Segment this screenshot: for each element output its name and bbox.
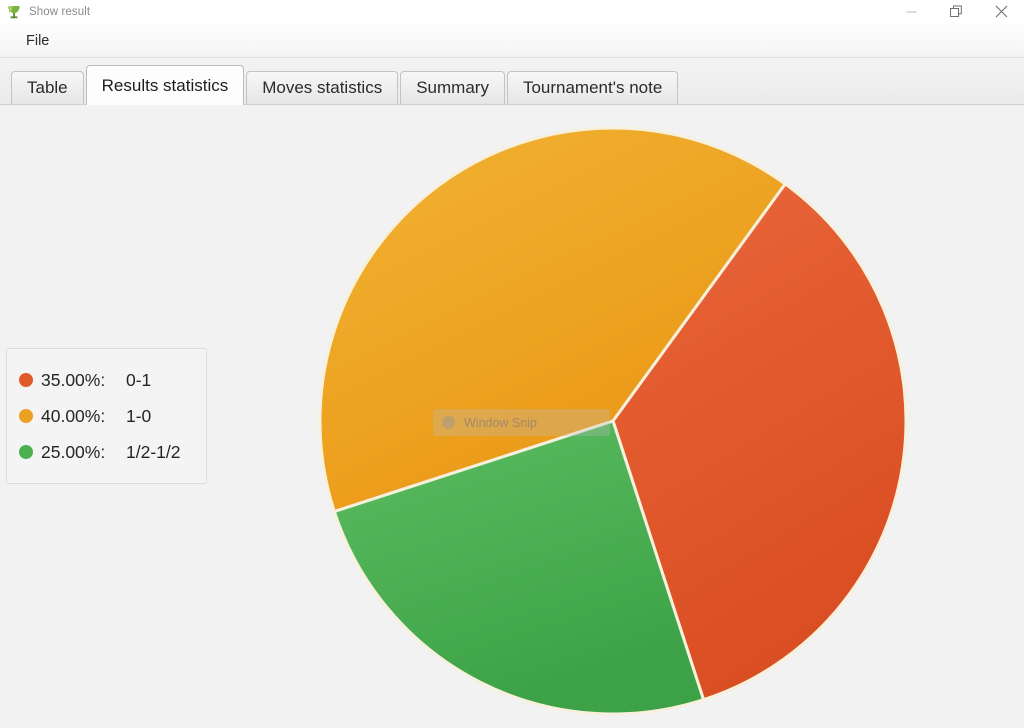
minimize-icon (906, 11, 917, 13)
tab-tournaments-note[interactable]: Tournament's note (506, 71, 679, 104)
legend-label: 1/2-1/2 (126, 441, 181, 462)
menu-bar: File (0, 24, 1024, 58)
restore-icon (950, 5, 962, 17)
close-icon (995, 5, 1008, 18)
legend-item[interactable]: 35.00%: 0-1 (19, 362, 192, 398)
tab-moves-statistics[interactable]: Moves statistics (246, 71, 399, 104)
minimize-button[interactable] (889, 0, 934, 23)
restore-button[interactable] (934, 0, 979, 23)
title-bar: Show result (0, 0, 1024, 24)
window-controls (889, 0, 1024, 23)
trophy-icon (6, 4, 22, 20)
legend-item[interactable]: 25.00%: 1/2-1/2 (19, 434, 192, 470)
legend-percent: 40.00%: (41, 405, 106, 426)
tab-bar: Table Results statistics Moves statistic… (0, 58, 1024, 105)
legend-color-swatch-half-half (19, 445, 33, 459)
menu-item-file[interactable]: File (17, 30, 58, 52)
legend-label: 0-1 (126, 369, 152, 390)
results-statistics-panel: Window Snip 35.00%: 0-1 40.00%: 1-0 25.0… (0, 105, 1024, 728)
tab-results-statistics[interactable]: Results statistics (85, 65, 245, 105)
legend-percent: 25.00%: (41, 441, 106, 462)
show-result-window: Show result File Table Results statistic… (0, 0, 1024, 728)
tab-table[interactable]: Table (11, 71, 84, 104)
tab-summary[interactable]: Summary (400, 71, 505, 104)
legend-percent: 35.00%: (41, 369, 106, 390)
legend-color-swatch-1-0 (19, 409, 33, 423)
close-button[interactable] (979, 0, 1024, 23)
window-title: Show result (29, 5, 91, 18)
chart-legend: 35.00%: 0-1 40.00%: 1-0 25.00%: 1/2-1/2 (6, 348, 207, 484)
legend-item[interactable]: 40.00%: 1-0 (19, 398, 192, 434)
legend-label: 1-0 (126, 405, 152, 426)
legend-color-swatch-0-1 (19, 373, 33, 387)
